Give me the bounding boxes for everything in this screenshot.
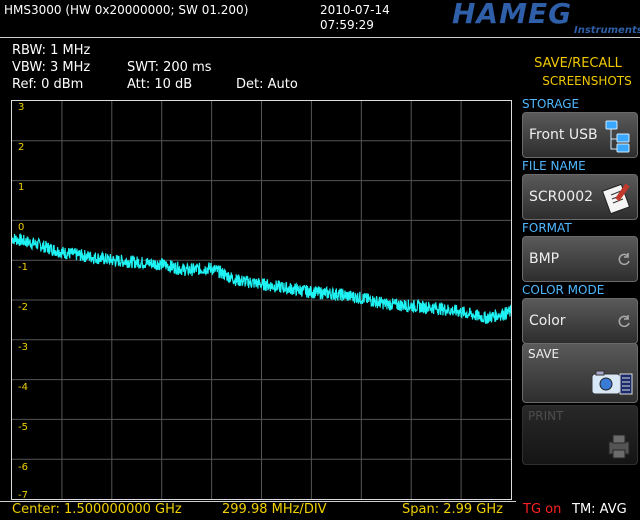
trace-mode: TM: AVG [572,502,627,517]
attenuation: Att: 10 dB [127,77,193,92]
spectrum-chart [12,101,511,499]
y-tick-label: -2 [18,302,28,313]
tracking-generator-status: TG on [523,502,562,517]
rbw-value: RBW: 1 MHz [12,43,91,58]
frequency-per-div: 299.98 MHz/DIV [222,502,327,517]
header-divider [0,37,640,38]
hameg-logo: HAMEG [452,0,573,30]
vbw-value: VBW: 3 MHz [12,60,91,75]
ref-level: Ref: 0 dBm [12,77,84,92]
y-tick-label: 1 [18,182,25,193]
cycle-icon [617,251,631,266]
center-frequency: Center: 1.500000000 GHz [12,502,182,517]
color-mode-label: COLOR MODE [522,283,605,297]
menu-title-line2: SCREENSHOTS [542,74,632,88]
storage-value: Front USB [529,127,598,143]
storage-button[interactable]: Front USB [522,112,638,158]
camera-save-icon [590,368,634,402]
header-date: 2010-07-14 [320,3,390,17]
color-mode-button[interactable]: Color [522,298,638,344]
save-label: SAVE [528,347,560,361]
format-button[interactable]: BMP [522,236,638,282]
menu-title-line1: SAVE/RECALL [534,56,622,71]
printer-icon [605,432,633,464]
cycle-icon [617,313,631,328]
format-label: FORMAT [522,221,572,235]
y-tick-label: -5 [18,422,28,433]
file-name-button[interactable]: SCR0002 [522,174,638,220]
file-name-value: SCR0002 [529,189,594,205]
swt-value: SWT: 200 ms [127,60,212,75]
y-tick-label: -3 [18,342,28,353]
y-tick-label: -6 [18,462,28,473]
spectrum-display [11,100,512,500]
save-button[interactable]: SAVE [522,343,638,403]
y-tick-label: -7 [18,490,28,501]
print-button[interactable]: PRINT [522,405,638,465]
color-mode-value: Color [529,313,566,329]
device-info: HMS3000 (HW 0x20000000; SW 01.200) [4,3,249,17]
hameg-logo-subtext: Instruments [574,25,640,36]
print-label: PRINT [528,409,564,423]
y-tick-label: 0 [18,222,25,233]
y-tick-label: 2 [18,142,25,153]
folder-tree-icon [603,119,633,157]
y-tick-label: -4 [18,382,28,393]
storage-label: STORAGE [522,97,580,111]
y-tick-label: 3 [18,102,25,113]
edit-document-icon [601,181,632,219]
header-time: 07:59:29 [320,18,374,32]
detector: Det: Auto [236,77,298,92]
format-value: BMP [529,251,560,267]
span-value: Span: 2.99 GHz [402,502,503,517]
y-tick-label: -1 [18,262,28,273]
file-name-label: FILE NAME [522,159,586,173]
